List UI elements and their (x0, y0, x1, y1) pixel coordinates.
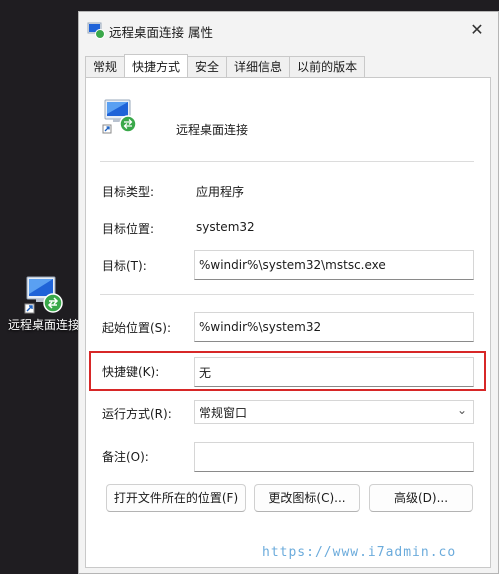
start-in-input[interactable] (194, 312, 474, 342)
tab-security[interactable]: 安全 (187, 56, 228, 77)
shortcut-key-label: 快捷键(K): (102, 365, 160, 379)
target-input[interactable] (194, 250, 474, 280)
title-bar[interactable]: 远程桌面连接 属性 ✕ (79, 12, 498, 48)
desktop-icon-remote-desktop[interactable]: 远程桌面连接 (6, 274, 82, 333)
divider (100, 161, 474, 162)
target-type-value: 应用程序 (196, 185, 245, 199)
close-icon: ✕ (470, 20, 484, 39)
tab-details[interactable]: 详细信息 (226, 56, 291, 77)
properties-dialog: 远程桌面连接 属性 ✕ 常规 快捷方式 安全 详细信息 以前的版本 远程桌面连接 (78, 11, 499, 574)
run-select[interactable]: 常规窗口 ⌄ (194, 400, 474, 424)
target-location-label: 目标位置: (102, 222, 155, 236)
desktop-icon-label: 远程桌面连接 (7, 318, 80, 332)
remote-desktop-icon (24, 274, 64, 314)
shortcut-tab-panel: 远程桌面连接 目标类型: 应用程序 目标位置: system32 目标(T): … (85, 77, 491, 568)
remote-desktop-icon (87, 21, 105, 39)
tab-bar: 常规 快捷方式 安全 详细信息 以前的版本 (85, 54, 366, 78)
run-label: 运行方式(R): (102, 407, 172, 421)
comment-input[interactable] (194, 442, 474, 472)
app-icon (102, 98, 138, 134)
tab-previous-versions[interactable]: 以前的版本 (289, 56, 366, 77)
open-file-location-button[interactable]: 打开文件所在的位置(F) (106, 484, 246, 512)
shortcut-key-input[interactable] (194, 357, 474, 387)
tab-shortcut[interactable]: 快捷方式 (124, 54, 189, 77)
watermark: https://www.i7admin.co (262, 545, 457, 560)
comment-label: 备注(O): (102, 450, 149, 464)
target-type-label: 目标类型: (102, 185, 155, 199)
run-select-value: 常规窗口 (199, 406, 248, 420)
target-location-value: system32 (196, 220, 255, 234)
change-icon-button[interactable]: 更改图标(C)... (254, 484, 360, 512)
advanced-button[interactable]: 高级(D)... (369, 484, 473, 512)
start-in-label: 起始位置(S): (102, 321, 172, 335)
window-title: 远程桌面连接 属性 (109, 25, 213, 40)
app-name: 远程桌面连接 (176, 123, 249, 137)
divider (100, 294, 474, 295)
tab-general[interactable]: 常规 (85, 56, 126, 77)
target-label: 目标(T): (102, 259, 147, 273)
close-button[interactable]: ✕ (456, 12, 498, 48)
chevron-down-icon: ⌄ (456, 403, 467, 417)
